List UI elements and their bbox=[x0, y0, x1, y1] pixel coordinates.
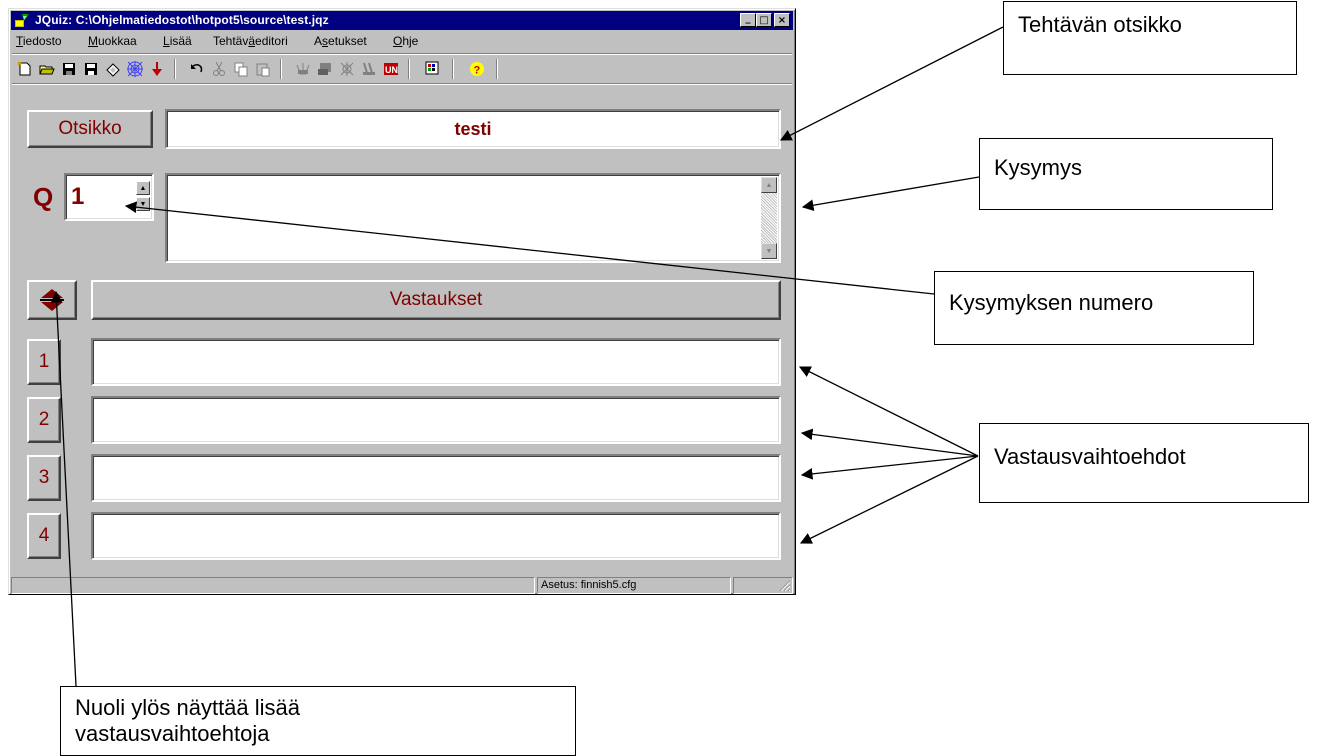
callout-question-number: Kysymyksen numero bbox=[934, 271, 1254, 345]
arrow-answer-3 bbox=[800, 455, 979, 480]
title-bar[interactable]: JQuiz: C:\Ohjelmatiedostot\hotpot5\sourc… bbox=[11, 11, 793, 30]
toolbar: UN ? bbox=[12, 54, 792, 84]
arrow-answer-4 bbox=[799, 455, 979, 544]
unicode-icon[interactable]: UN bbox=[382, 60, 400, 78]
jquiz-window: JQuiz: C:\Ohjelmatiedostot\hotpot5\sourc… bbox=[8, 8, 796, 595]
svg-text:?: ? bbox=[474, 65, 481, 77]
answer-1-button[interactable]: 1 bbox=[27, 339, 61, 385]
question-textarea[interactable]: ▲ ▼ bbox=[165, 173, 781, 263]
spinner-up-icon: ▲ bbox=[139, 184, 147, 192]
web-icon[interactable] bbox=[126, 60, 144, 78]
question-number: 1 bbox=[71, 183, 85, 210]
eraser-icon[interactable] bbox=[104, 60, 122, 78]
answer-3-button[interactable]: 3 bbox=[27, 455, 61, 501]
save-icon[interactable] bbox=[60, 60, 78, 78]
arrow-question bbox=[801, 176, 980, 211]
help-icon[interactable]: ? bbox=[468, 60, 486, 78]
callout-up-arrow-line1: Nuoli ylös näyttää lisää bbox=[75, 695, 301, 720]
answers-header: Vastaukset bbox=[91, 280, 781, 320]
svg-text:UN: UN bbox=[385, 65, 398, 75]
question-label: Q bbox=[33, 182, 54, 212]
arrow-answer-2 bbox=[800, 428, 979, 457]
config-palette-icon[interactable] bbox=[424, 60, 442, 78]
open-folder-icon[interactable] bbox=[38, 60, 56, 78]
export-arrow-icon[interactable] bbox=[148, 60, 166, 78]
arrow-answer-1 bbox=[798, 366, 979, 457]
spinner-down-icon: ▼ bbox=[139, 200, 147, 208]
save-as-icon[interactable] bbox=[82, 60, 100, 78]
status-pane-main bbox=[11, 577, 535, 594]
menu-tiedosto[interactable]: Tiedosto bbox=[16, 34, 62, 48]
copy-icon[interactable] bbox=[232, 60, 250, 78]
scroll-down-button[interactable]: ▼ bbox=[761, 243, 777, 259]
undo-icon[interactable] bbox=[188, 60, 206, 78]
scroll-up-icon: ▲ bbox=[765, 181, 773, 189]
hotpot-icon[interactable] bbox=[360, 60, 378, 78]
close-button[interactable]: × bbox=[774, 13, 790, 27]
callout-question: Kysymys bbox=[979, 138, 1273, 210]
menu-bar: Tiedosto Muokkaa Lisää Tehtäväeditori As… bbox=[12, 32, 792, 50]
up-down-arrow-icon bbox=[40, 289, 64, 311]
callout-up-arrow: Nuoli ylös näyttää lisää vastausvaihtoeh… bbox=[60, 686, 576, 756]
answer-1-input[interactable] bbox=[91, 338, 781, 386]
callout-answer-options: Vastausvaihtoehdot bbox=[979, 423, 1309, 503]
new-file-icon[interactable] bbox=[16, 60, 34, 78]
more-answers-button[interactable] bbox=[27, 280, 77, 320]
answer-2-button[interactable]: 2 bbox=[27, 397, 61, 443]
media-icon[interactable] bbox=[316, 60, 334, 78]
web-config-icon[interactable] bbox=[338, 60, 356, 78]
question-number-spinner[interactable]: 1 ▲ ▼ bbox=[64, 173, 154, 221]
minimize-button[interactable]: _ bbox=[740, 13, 756, 27]
web-publish-icon[interactable] bbox=[294, 60, 312, 78]
scroll-down-icon: ▼ bbox=[765, 247, 773, 255]
close-icon: × bbox=[777, 14, 787, 26]
cut-icon[interactable] bbox=[210, 60, 228, 78]
menu-lisaa[interactable]: Lisää bbox=[163, 34, 192, 48]
minimize-icon: _ bbox=[745, 12, 751, 24]
status-pane-extra bbox=[733, 577, 793, 594]
resize-grip-icon[interactable] bbox=[777, 578, 791, 592]
answer-3-input[interactable] bbox=[91, 454, 781, 502]
arrow-title bbox=[779, 26, 1004, 141]
maximize-button[interactable]: □ bbox=[756, 13, 772, 27]
menu-muokkaa[interactable]: Muokkaa bbox=[88, 34, 137, 48]
status-config: Asetus: finnish5.cfg bbox=[537, 577, 731, 594]
answer-4-input[interactable] bbox=[91, 512, 781, 560]
callout-title: Tehtävän otsikko bbox=[1003, 1, 1297, 75]
spinner-up-button[interactable]: ▲ bbox=[136, 181, 150, 195]
paste-icon[interactable] bbox=[254, 60, 272, 78]
title-button[interactable]: Otsikko bbox=[27, 110, 153, 148]
question-scrollbar[interactable]: ▲ ▼ bbox=[761, 177, 777, 259]
scroll-up-button[interactable]: ▲ bbox=[761, 177, 777, 193]
app-icon bbox=[15, 14, 29, 27]
spinner-down-button[interactable]: ▼ bbox=[136, 197, 150, 211]
callout-up-arrow-line2: vastausvaihtoehtoja bbox=[75, 721, 270, 747]
title-input[interactable]: testi bbox=[165, 109, 781, 149]
menu-tehtavaeditori[interactable]: Tehtäväeditori bbox=[213, 34, 288, 48]
answer-2-input[interactable] bbox=[91, 396, 781, 444]
menu-ohje[interactable]: Ohje bbox=[393, 34, 418, 48]
answer-4-button[interactable]: 4 bbox=[27, 513, 61, 559]
menu-asetukset[interactable]: Asetukset bbox=[314, 34, 367, 48]
maximize-icon: □ bbox=[759, 14, 769, 26]
window-title: JQuiz: C:\Ohjelmatiedostot\hotpot5\sourc… bbox=[35, 13, 329, 27]
